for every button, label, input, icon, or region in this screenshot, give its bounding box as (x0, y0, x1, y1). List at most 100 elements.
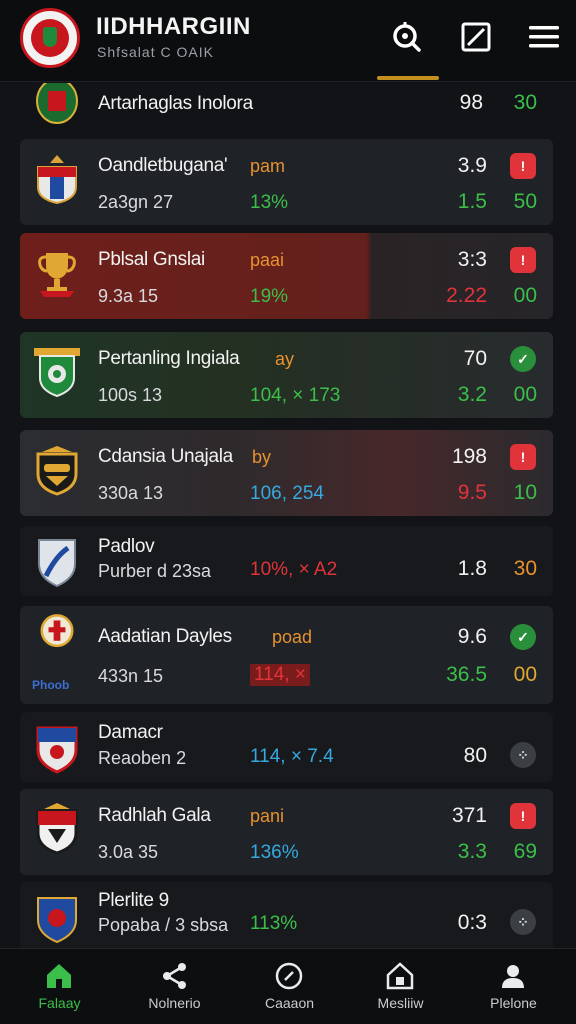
match-info: 433n 15 (98, 666, 164, 686)
match-info: 2a3gn 27 (98, 192, 174, 212)
odds-value: 1.8 (457, 557, 487, 580)
probability: 114, × 7.4 (250, 746, 334, 767)
trophy-icon (34, 247, 80, 299)
team-crest-icon (34, 83, 80, 127)
share-icon (163, 963, 186, 989)
team-crest-icon (34, 803, 80, 855)
probability: 104, × 173 (250, 385, 341, 406)
compass-icon (275, 962, 303, 990)
nav-item-compass[interactable]: Caaaon (232, 949, 347, 1024)
match-info: Reaoben 2 (98, 748, 187, 768)
team-crest-icon (34, 536, 80, 588)
nav-item-home[interactable]: Falaay (2, 949, 117, 1024)
app-header: IIDHHARGIIN Shfsalat C OAIK (0, 0, 576, 82)
alert-icon[interactable]: ! (510, 444, 536, 470)
team-name: Artarhaglas Inolora (98, 93, 253, 114)
odds-value-2: 3.2 (457, 383, 487, 406)
nav-item-profile[interactable]: Plelone (456, 949, 571, 1024)
probability: 13% (250, 192, 289, 213)
probability: 136% (250, 842, 299, 863)
odds-value: 9.6 (457, 625, 487, 648)
team-crest-icon (34, 346, 80, 398)
club-logo[interactable] (20, 8, 80, 68)
team-name: Pblsal Gnslai (98, 249, 205, 270)
team-name: Cdansia Unajala (98, 446, 233, 467)
probability: 113% (250, 913, 298, 934)
menu-icon (529, 26, 559, 48)
nav-item-share[interactable]: Nolnerio (117, 949, 232, 1024)
score-value: 30 (513, 91, 537, 114)
match-row[interactable]: Pblsal Gnslai paai 9.3a 15 19% 3:3 ! 2.2… (20, 233, 553, 319)
odds-value-2: 9.5 (457, 481, 487, 504)
odds-value: 3.9 (457, 154, 487, 177)
match-info: Popaba / 3 sbsa (98, 915, 229, 935)
more-icon[interactable]: ⁘ (510, 909, 536, 935)
nav-label: Nolnerio (148, 995, 201, 1011)
team-name: Radhlah Gala (98, 805, 211, 826)
market-tag: ay (275, 349, 295, 369)
market-tag: by (252, 447, 272, 467)
probability: 10%, × A2 (250, 559, 338, 580)
alert-icon[interactable]: ! (510, 247, 536, 273)
nav-label: Plelone (490, 995, 537, 1011)
match-list[interactable]: Artarhaglas Inolora 98 30 Oandletbugana'… (0, 83, 576, 948)
nav-item-house[interactable]: Mesliiw (343, 949, 458, 1024)
score-value: 00 (513, 284, 537, 307)
team-crest-icon (34, 444, 80, 496)
market-tag: poad (272, 627, 313, 647)
team-crest-icon (34, 722, 80, 774)
match-row[interactable]: Damacr Reaoben 2 114, × 7.4 80 ⁘ (20, 712, 553, 782)
odds-value: 3:3 (457, 248, 487, 271)
match-row[interactable]: Phoob Aadatian Dayles poad 433n 15 114, … (20, 606, 553, 704)
check-icon[interactable]: ✓ (510, 346, 536, 372)
odds-value-2: 36.5 (446, 663, 487, 686)
odds-value-2: 2.22 (446, 284, 487, 307)
team-name: Oandletbugana' (98, 155, 228, 176)
nav-label: Falaay (38, 995, 81, 1011)
score-value: 30 (513, 557, 537, 580)
home-icon (47, 964, 71, 988)
bottom-nav: Falaay Nolnerio Caaaon Mesliiw Plelone (0, 948, 576, 1024)
nav-label: Mesliiw (377, 995, 424, 1011)
match-row[interactable]: Artarhaglas Inolora 98 30 (20, 83, 553, 129)
probability: 106, 254 (250, 483, 324, 504)
match-row[interactable]: Cdansia Unajala by 330a 13 106, 254 198 … (20, 430, 553, 516)
score-value: 50 (513, 190, 537, 213)
market-tag: pani (250, 806, 285, 826)
search-button[interactable] (380, 12, 432, 62)
team-crest-icon (34, 153, 80, 205)
match-info: 9.3a 15 (98, 286, 159, 306)
team-name: Plerlite 9 (98, 890, 169, 911)
edit-pencil-icon[interactable]: ✓ (510, 624, 536, 650)
probability: 114, × (250, 664, 310, 686)
alert-icon[interactable]: ! (510, 153, 536, 179)
search-icon (393, 22, 421, 52)
team-name: Damacr (98, 722, 163, 743)
edit-button[interactable] (450, 12, 502, 62)
team-crest-icon: Phoob (32, 612, 80, 698)
team-crest-icon (34, 892, 80, 944)
match-row[interactable]: Padlov Purber d 23sa 10%, × A2 1.8 30 (20, 526, 553, 596)
match-row[interactable]: Radhlah Gala pani 3.0a 35 136% 371 ! 3.3… (20, 789, 553, 875)
alert-icon[interactable]: ! (510, 803, 536, 829)
odds-value: 98 (459, 91, 483, 114)
odds-value-2: 1.5 (457, 190, 487, 213)
crest-caption: Phoob (32, 678, 70, 692)
match-info: 3.0a 35 (98, 842, 159, 862)
app-title: IIDHHARGIIN (96, 13, 251, 40)
app-subtitle: Shfsalat C OAIK (97, 44, 214, 60)
odds-value: 198 (451, 445, 487, 468)
match-row[interactable]: Plerlite 9 Popaba / 3 sbsa 113% 0:3 ⁘ (20, 882, 553, 948)
menu-button[interactable] (518, 12, 570, 62)
odds-value: 371 (451, 804, 487, 827)
team-name: Pertanling Ingiala (98, 348, 240, 369)
probability: 19% (250, 286, 289, 307)
score-value: 69 (513, 840, 537, 863)
match-row[interactable]: Oandletbugana' pam 2a3gn 27 13% 3.9 ! 1.… (20, 139, 553, 225)
match-row[interactable]: Pertanling Ingiala ay 100s 13 104, × 173… (20, 332, 553, 418)
active-tab-indicator (377, 76, 439, 80)
match-info: 100s 13 (98, 385, 163, 405)
more-icon[interactable]: ⁘ (510, 742, 536, 768)
market-tag: paai (250, 250, 285, 270)
score-value: 00 (513, 383, 537, 406)
